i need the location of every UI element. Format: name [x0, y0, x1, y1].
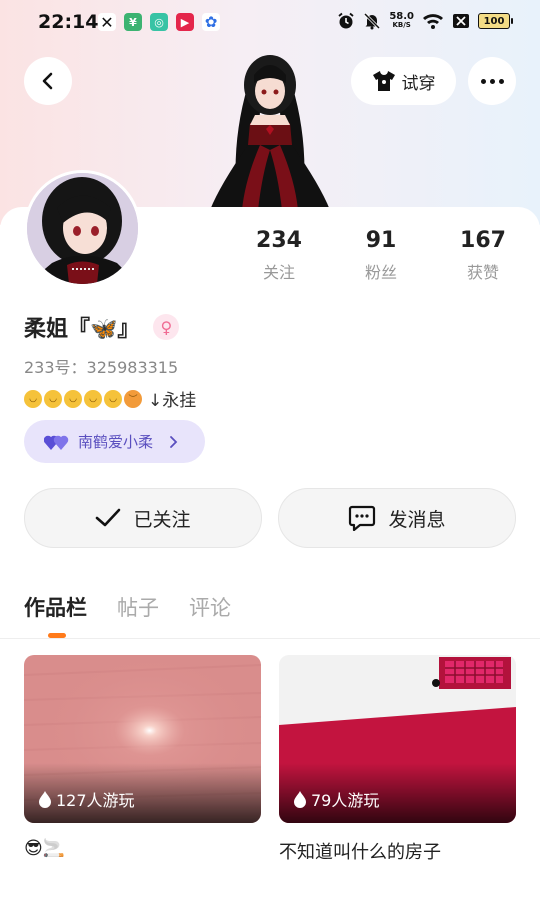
angry-emoji-icon: ︶ [124, 389, 142, 408]
user-id[interactable]: 233号：325983315 [24, 354, 178, 378]
status-time: 22:14 [38, 11, 99, 33]
female-icon: ♀ [153, 314, 180, 340]
wifi-icon [423, 14, 443, 29]
grimace-emoji-icon: ◡ [64, 389, 82, 408]
grimace-emoji-icon: ◡ [104, 389, 122, 408]
content-tabs: 作品栏 帖子 评论 [24, 592, 231, 622]
tab-comments[interactable]: 评论 [189, 592, 231, 622]
play-count: 127人游玩 [38, 787, 135, 811]
grimace-emoji-icon: ◡ [44, 389, 62, 408]
try-on-label: 试穿 [401, 73, 436, 94]
grimace-emoji-icon: ◡ [24, 389, 42, 408]
grimace-emoji-icon: ◡ [84, 389, 102, 408]
stat-following[interactable]: 234 关注 [234, 228, 324, 283]
stat-likes[interactable]: 167 获赞 [438, 228, 528, 283]
baidu-paw-icon: ✿ [202, 13, 220, 31]
couple-badge[interactable]: 南鹤爱小柔 [24, 420, 205, 463]
divider [0, 638, 540, 639]
sim-off-icon [453, 14, 469, 28]
flame-icon [294, 791, 306, 808]
work-card[interactable]: 127人游玩 [24, 655, 261, 823]
followed-button[interactable]: 已关注 [24, 488, 262, 548]
chevron-left-icon [42, 72, 53, 90]
couple-name: 南鹤爱小柔 [78, 433, 154, 451]
capcut-icon: ✕ [98, 13, 116, 32]
app-red-play-icon: ▶ [176, 13, 194, 31]
tab-works[interactable]: 作品栏 [24, 592, 87, 622]
user-name: 柔姐『🦋』 [24, 317, 140, 342]
battery-indicator: 100 [478, 13, 513, 29]
send-message-button[interactable]: 发消息 [278, 488, 516, 548]
double-heart-icon [44, 435, 69, 450]
status-bar: 22:14 ✕ ¥ ◎ ▶ ✿ 58.0 KB/S 100 [0, 0, 540, 46]
chevron-right-icon [170, 435, 178, 448]
back-button[interactable] [24, 57, 72, 105]
more-options-button[interactable] [468, 57, 516, 105]
chat-bubble-icon [349, 505, 376, 531]
work-title[interactable]: 不知道叫什么的房子 [279, 838, 441, 864]
user-bio: ◡ ◡ ◡ ◡ ◡ ︶ ↓永挂 [24, 386, 196, 411]
send-message-label: 发消息 [388, 508, 446, 531]
followed-label: 已关注 [133, 508, 191, 531]
network-speed: 58.0 KB/S [389, 11, 414, 30]
tshirt-icon [372, 71, 395, 91]
try-on-button[interactable]: 试穿 [351, 57, 456, 105]
play-count: 79人游玩 [293, 787, 379, 811]
check-icon [96, 508, 121, 527]
work-title[interactable]: 😎🚬 [24, 838, 65, 859]
name-row: 柔姐『🦋』 ♀ [24, 311, 180, 343]
stat-followers[interactable]: 91 粉丝 [336, 228, 426, 283]
more-dot-icon [480, 78, 486, 84]
avatar-3d-figure [210, 55, 330, 210]
flame-icon [39, 791, 51, 808]
alarm-icon [338, 12, 354, 29]
tab-posts[interactable]: 帖子 [117, 592, 159, 622]
app-teal-icon: ◎ [150, 13, 168, 31]
bio-text: ↓永挂 [148, 391, 197, 411]
profile-stats: 234 关注 91 粉丝 167 获赞 [0, 228, 540, 288]
mute-bell-icon [364, 12, 381, 30]
work-card[interactable]: 79人游玩 [279, 655, 516, 823]
app-green-icon: ¥ [124, 13, 142, 31]
